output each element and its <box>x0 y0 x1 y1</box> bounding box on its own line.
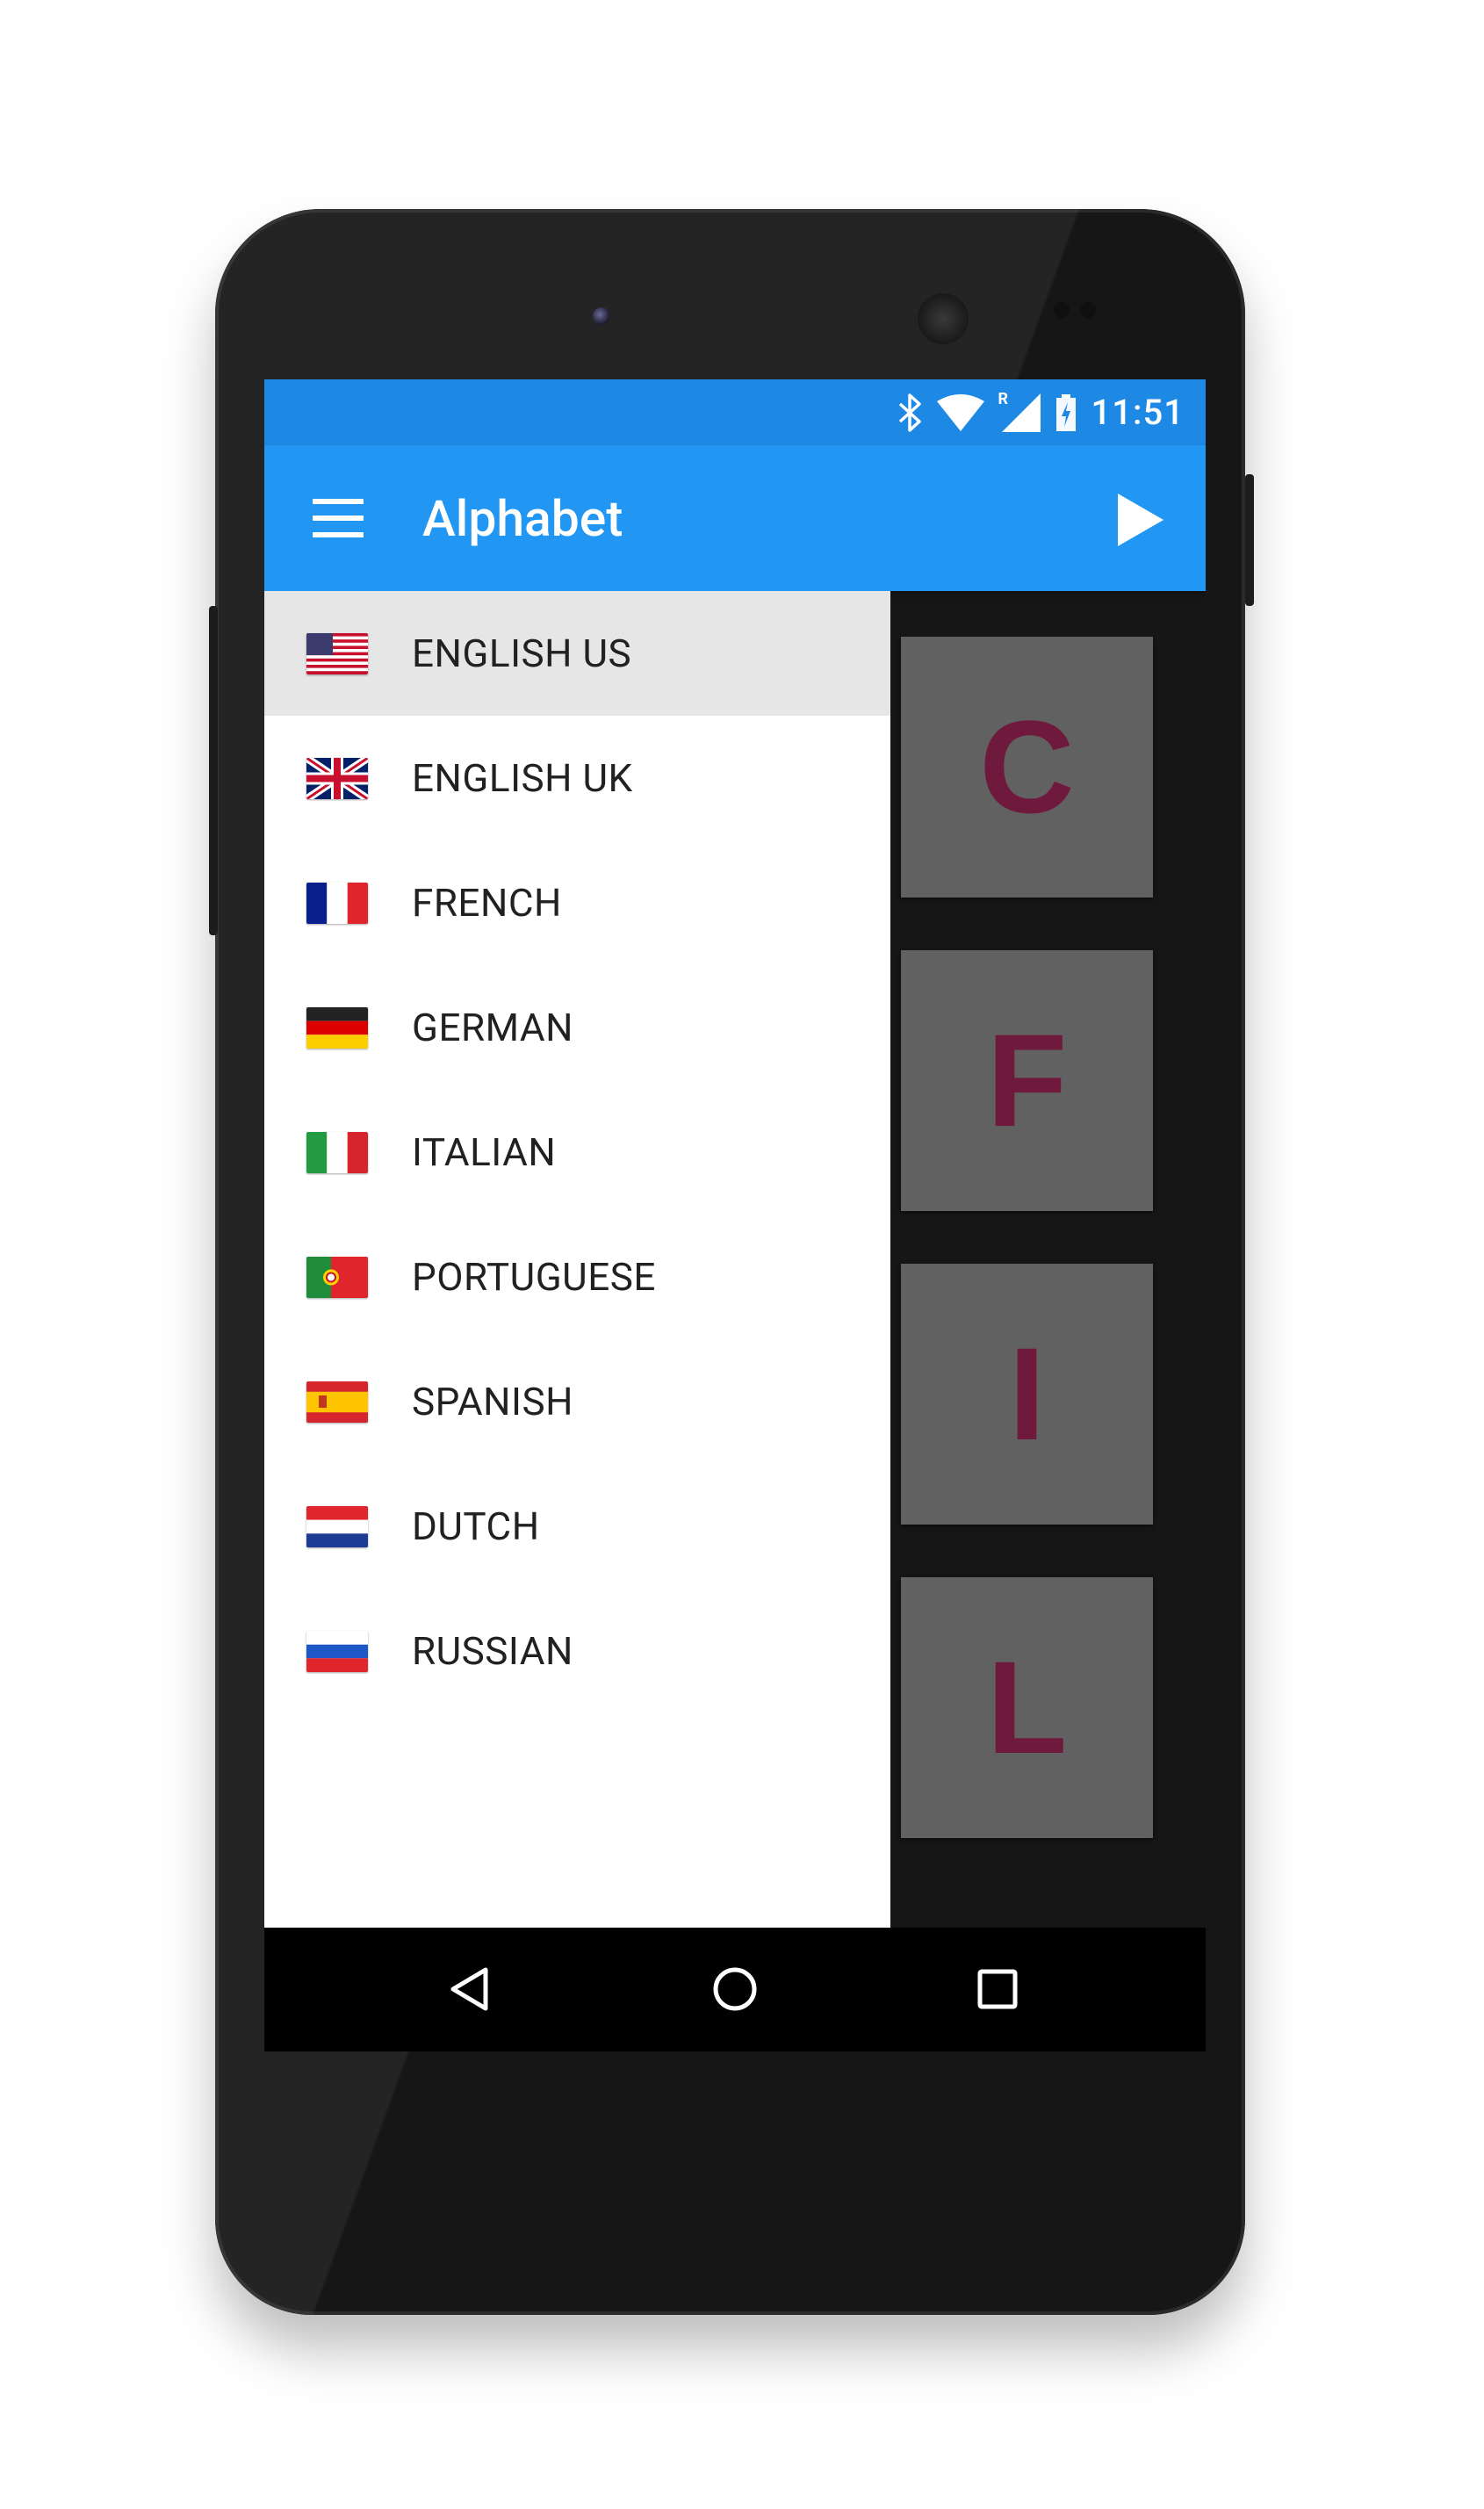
tile-letter: I <box>1008 1320 1046 1467</box>
status-bar: R 11:51 <box>264 379 1206 445</box>
back-icon[interactable] <box>440 1958 501 2020</box>
signal-icon: R <box>998 390 1041 432</box>
light-sensor <box>1080 302 1096 318</box>
screen: R 11:51 Alphabet C F I L ENGLISH US ENGL… <box>264 379 1206 2051</box>
toolbar-title: Alphabet <box>422 489 623 548</box>
volume-button[interactable] <box>209 606 218 935</box>
drawer-item-label: RUSSIAN <box>412 1628 573 1674</box>
proximity-sensor <box>1054 302 1070 318</box>
spain-flag-icon <box>306 1381 368 1423</box>
drawer-item-german[interactable]: GERMAN <box>264 965 890 1090</box>
front-camera <box>593 307 610 325</box>
play-icon[interactable] <box>1109 489 1171 551</box>
netherlands-flag-icon <box>306 1505 368 1547</box>
drawer-item-spanish[interactable]: SPANISH <box>264 1339 890 1464</box>
wifi-icon <box>936 393 984 431</box>
drawer-item-label: ITALIAN <box>412 1129 557 1175</box>
earpiece-speaker <box>918 293 969 344</box>
drawer-item-label: ENGLISH UK <box>412 755 633 801</box>
uk-flag-icon <box>306 757 368 799</box>
battery-charging-icon <box>1055 393 1076 431</box>
drawer-item-label: DUTCH <box>412 1503 540 1549</box>
us-flag-icon <box>306 632 368 674</box>
recents-icon[interactable] <box>967 1958 1028 2020</box>
language-drawer: ENGLISH US ENGLISH UK FRENCH GERMAN ITAL… <box>264 591 890 1928</box>
drawer-item-english-uk[interactable]: ENGLISH UK <box>264 716 890 840</box>
letter-tile[interactable]: L <box>901 1577 1153 1838</box>
letter-tile[interactable]: C <box>901 637 1153 898</box>
status-time: 11:51 <box>1091 392 1185 433</box>
drawer-item-french[interactable]: FRENCH <box>264 840 890 965</box>
france-flag-icon <box>306 882 368 924</box>
tile-letter: C <box>979 693 1075 840</box>
bluetooth-icon <box>898 393 921 432</box>
drawer-item-italian[interactable]: ITALIAN <box>264 1090 890 1215</box>
italy-flag-icon <box>306 1131 368 1173</box>
tile-letter: L <box>986 1633 1068 1781</box>
drawer-item-english-us[interactable]: ENGLISH US <box>264 591 890 716</box>
drawer-item-russian[interactable]: RUSSIAN <box>264 1589 890 1713</box>
drawer-item-label: PORTUGUESE <box>412 1254 656 1300</box>
drawer-item-label: FRENCH <box>412 880 562 926</box>
drawer-item-label: ENGLISH US <box>412 631 632 676</box>
letter-tile[interactable]: I <box>901 1264 1153 1525</box>
system-nav-bar <box>264 1928 1206 2051</box>
tile-letter: F <box>986 1006 1068 1154</box>
home-icon[interactable] <box>704 1958 766 2020</box>
drawer-item-label: GERMAN <box>412 1005 573 1050</box>
status-icons: R 11:51 <box>897 379 1185 445</box>
russia-flag-icon <box>306 1630 368 1672</box>
portugal-flag-icon <box>306 1256 368 1298</box>
drawer-item-label: SPANISH <box>412 1379 573 1424</box>
power-button[interactable] <box>1245 474 1254 606</box>
letter-tile[interactable]: F <box>901 950 1153 1211</box>
germany-flag-icon <box>306 1006 368 1049</box>
app-toolbar: Alphabet <box>264 445 1206 591</box>
drawer-item-portuguese[interactable]: PORTUGUESE <box>264 1215 890 1339</box>
hamburger-icon[interactable] <box>313 494 364 543</box>
drawer-item-dutch[interactable]: DUTCH <box>264 1464 890 1589</box>
